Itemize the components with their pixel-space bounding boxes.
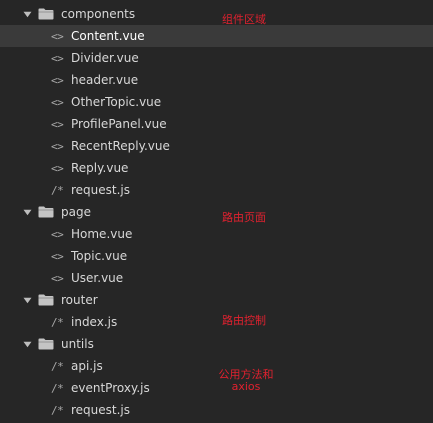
tree-folder-row[interactable]: components — [0, 3, 433, 25]
folder-icon — [38, 294, 54, 306]
tree-file-row[interactable]: <> Topic.vue — [0, 245, 433, 267]
tree-file-row[interactable]: <> RecentReply.vue — [0, 135, 433, 157]
folder-name: router — [61, 293, 98, 307]
file-name: OtherTopic.vue — [71, 95, 162, 109]
file-name: Home.vue — [71, 227, 133, 241]
file-name: Divider.vue — [71, 51, 139, 65]
file-name: eventProxy.js — [71, 381, 150, 395]
tree-file-row[interactable]: <> Home.vue — [0, 223, 433, 245]
annotation-components: 组件区域 — [222, 13, 266, 26]
chevron-down-icon[interactable] — [22, 9, 32, 19]
tree-folder-row[interactable]: page — [0, 201, 433, 223]
vue-file-icon: <> — [51, 227, 64, 241]
vue-file-icon: <> — [51, 249, 64, 263]
file-name: request.js — [71, 183, 131, 197]
vue-file-icon: <> — [51, 161, 64, 175]
tree-file-row[interactable]: <> ProfilePanel.vue — [0, 113, 433, 135]
tree-file-row[interactable]: <> User.vue — [0, 267, 433, 289]
js-file-icon: /* — [51, 403, 64, 417]
js-file-icon: /* — [51, 359, 64, 373]
vue-file-icon: <> — [51, 139, 64, 153]
tree-file-row[interactable]: /* index.js — [0, 311, 433, 333]
vue-file-icon: <> — [51, 73, 64, 87]
tree-file-row[interactable]: <> Content.vue — [0, 25, 433, 47]
annotation-router: 路由控制 — [222, 314, 266, 327]
tree-folder-row[interactable]: router — [0, 289, 433, 311]
folder-name: untils — [61, 337, 94, 351]
file-name: request.js — [71, 403, 131, 417]
file-tree: components <> Content.vue <> Divider.vue <> he… — [0, 0, 433, 423]
chevron-down-icon[interactable] — [22, 207, 32, 217]
annotation-untils-line2: axios — [231, 380, 261, 393]
vue-file-icon: <> — [51, 29, 64, 43]
js-file-icon: /* — [51, 381, 64, 395]
file-name: Reply.vue — [71, 161, 129, 175]
folder-icon — [38, 206, 54, 218]
vue-file-icon: <> — [51, 51, 64, 65]
tree-file-row[interactable]: <> Reply.vue — [0, 157, 433, 179]
file-name: Content.vue — [71, 29, 145, 43]
folder-icon — [38, 338, 54, 350]
chevron-down-icon[interactable] — [22, 295, 32, 305]
folder-icon — [38, 8, 54, 20]
tree-file-row[interactable]: /* request.js — [0, 179, 433, 201]
vue-file-icon: <> — [51, 95, 64, 109]
annotation-untils: 公用方法和 axios — [214, 369, 278, 393]
tree-folder-row[interactable]: untils — [0, 333, 433, 355]
file-name: User.vue — [71, 271, 124, 285]
folder-name: components — [61, 7, 136, 21]
chevron-down-icon[interactable] — [22, 339, 32, 349]
vue-file-icon: <> — [51, 271, 64, 285]
folder-name: page — [61, 205, 91, 219]
file-name: header.vue — [71, 73, 139, 87]
file-name: api.js — [71, 359, 103, 373]
file-name: Topic.vue — [71, 249, 128, 263]
tree-file-row[interactable]: <> header.vue — [0, 69, 433, 91]
js-file-icon: /* — [51, 183, 64, 197]
tree-file-row[interactable]: /* request.js — [0, 399, 433, 421]
tree-file-row[interactable]: <> OtherTopic.vue — [0, 91, 433, 113]
file-name: RecentReply.vue — [71, 139, 170, 153]
js-file-icon: /* — [51, 315, 64, 329]
annotation-page: 路由页面 — [222, 211, 266, 224]
vue-file-icon: <> — [51, 117, 64, 131]
tree-file-row[interactable]: <> Divider.vue — [0, 47, 433, 69]
file-name: ProfilePanel.vue — [71, 117, 167, 131]
file-name: index.js — [71, 315, 118, 329]
